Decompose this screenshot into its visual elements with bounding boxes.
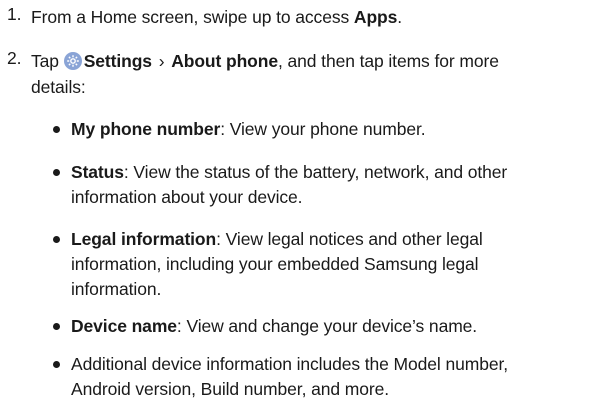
- bullet-desc-3: information.: [71, 279, 162, 299]
- bullet-title: My phone number: [71, 119, 221, 139]
- bullet-desc: Additional device information includes t…: [71, 354, 509, 374]
- bullet-desc-2: Android version, Build number, and more.: [71, 379, 389, 399]
- bullet-desc-2: information, including your embedded Sam…: [71, 254, 479, 274]
- settings-label: Settings: [83, 51, 152, 71]
- step-text: Tap Settings › About phone, and then tap…: [31, 48, 606, 100]
- bullet-dot: [53, 323, 60, 330]
- step-text: From a Home screen, swipe up to access A…: [31, 4, 606, 30]
- list-item: My phone number: View your phone number.: [53, 117, 611, 142]
- step-text-suffix: , and then tap items for more: [278, 51, 499, 71]
- bullet-desc: : View legal notices and other legal: [216, 229, 483, 249]
- step-text-suffix: .: [397, 7, 403, 27]
- step-number: 2.: [7, 48, 22, 68]
- bullet-dot: [53, 126, 60, 133]
- bullet-desc: : View the status of the battery, networ…: [123, 162, 508, 182]
- list-item: Legal information: View legal notices an…: [53, 227, 611, 302]
- apps-label: Apps: [353, 7, 398, 27]
- chevron-right-icon: ›: [158, 51, 165, 71]
- bullet-desc-2: information about your device.: [71, 187, 303, 207]
- step-text-prefix: From a Home screen, swipe up to access: [31, 7, 354, 27]
- bullet-dot: [53, 169, 60, 176]
- step-text-suffix-2: details:: [31, 77, 86, 97]
- gear-icon: [63, 52, 82, 70]
- bullet-desc: : View and change your device’s name.: [176, 316, 478, 336]
- bullet-title: Status: [71, 162, 124, 182]
- bullet-title: Legal information: [71, 229, 217, 249]
- instructions-page: 1. From a Home screen, swipe up to acces…: [0, 0, 615, 399]
- about-phone-label: About phone: [171, 51, 278, 71]
- bullet-dot: [53, 236, 60, 243]
- bullet-title: Device name: [71, 316, 177, 336]
- list-item: Status: View the status of the battery, …: [53, 160, 611, 210]
- list-item: Device name: View and change your device…: [53, 314, 611, 339]
- bullet-dot: [53, 361, 60, 368]
- step-number: 1.: [7, 4, 22, 24]
- tap-label: Tap: [31, 51, 59, 71]
- bullet-desc: : View your phone number.: [220, 119, 426, 139]
